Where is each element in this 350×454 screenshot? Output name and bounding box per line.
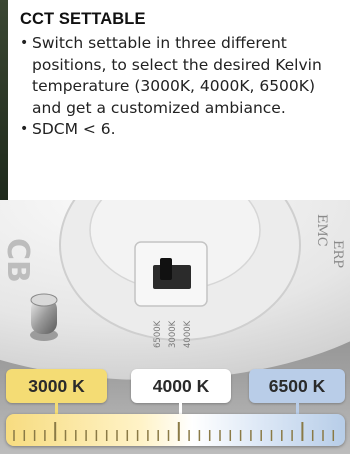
bullet-text-switch: Switch settable in three different posit… bbox=[32, 34, 322, 117]
marking-erp: ERP bbox=[330, 240, 345, 268]
scale-ticks bbox=[13, 422, 335, 441]
screw-head bbox=[30, 293, 58, 307]
panel-title: CCT SETTABLE bbox=[20, 10, 146, 28]
bullet-dot: • bbox=[20, 121, 29, 137]
switch-knob bbox=[160, 258, 172, 280]
temp-badge-3000k: 3000 K bbox=[6, 369, 107, 403]
background-foliage bbox=[0, 0, 8, 200]
switch-label-3000: 3000K bbox=[168, 320, 178, 348]
temp-badge-6500k: 6500 K bbox=[249, 369, 345, 403]
info-panel: CCT SETTABLE • Switch settable in three … bbox=[8, 0, 350, 200]
color-temperature-scale bbox=[6, 414, 345, 446]
bullet-item: • SDCM < 6. bbox=[20, 119, 340, 141]
bullet-text-sdcm: SDCM < 6. bbox=[32, 120, 116, 138]
bullet-item: • Switch settable in three different pos… bbox=[20, 33, 340, 119]
temp-badge-4000k: 4000 K bbox=[131, 369, 231, 403]
marking-cb: CB bbox=[0, 238, 35, 283]
marking-emc: EMC bbox=[314, 214, 329, 247]
switch-label-4000: 4000K bbox=[183, 320, 193, 348]
bullet-dot: • bbox=[20, 35, 29, 51]
switch-label-6500: 6500K bbox=[153, 320, 163, 348]
